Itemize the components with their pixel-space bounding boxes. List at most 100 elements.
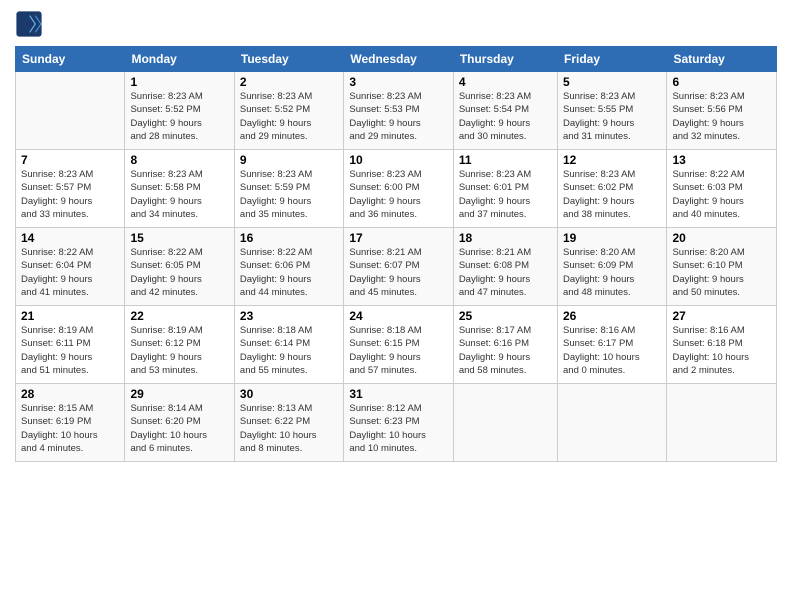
day-info: Sunrise: 8:20 AM Sunset: 6:09 PM Dayligh… [563, 246, 661, 299]
day-cell: 16Sunrise: 8:22 AM Sunset: 6:06 PM Dayli… [234, 228, 343, 306]
day-number: 26 [563, 309, 661, 323]
col-header-thursday: Thursday [453, 47, 557, 72]
day-cell: 23Sunrise: 8:18 AM Sunset: 6:14 PM Dayli… [234, 306, 343, 384]
logo [15, 10, 47, 38]
day-info: Sunrise: 8:23 AM Sunset: 5:52 PM Dayligh… [240, 90, 338, 143]
day-number: 7 [21, 153, 119, 167]
day-number: 28 [21, 387, 119, 401]
day-info: Sunrise: 8:23 AM Sunset: 6:00 PM Dayligh… [349, 168, 447, 221]
logo-icon [15, 10, 43, 38]
day-number: 30 [240, 387, 338, 401]
day-number: 5 [563, 75, 661, 89]
day-number: 29 [130, 387, 228, 401]
day-cell: 31Sunrise: 8:12 AM Sunset: 6:23 PM Dayli… [344, 384, 453, 462]
header [15, 10, 777, 38]
day-number: 22 [130, 309, 228, 323]
day-info: Sunrise: 8:23 AM Sunset: 5:59 PM Dayligh… [240, 168, 338, 221]
day-cell: 28Sunrise: 8:15 AM Sunset: 6:19 PM Dayli… [16, 384, 125, 462]
day-info: Sunrise: 8:18 AM Sunset: 6:15 PM Dayligh… [349, 324, 447, 377]
day-info: Sunrise: 8:16 AM Sunset: 6:18 PM Dayligh… [672, 324, 771, 377]
day-info: Sunrise: 8:23 AM Sunset: 5:53 PM Dayligh… [349, 90, 447, 143]
day-number: 10 [349, 153, 447, 167]
day-number: 9 [240, 153, 338, 167]
day-number: 27 [672, 309, 771, 323]
day-info: Sunrise: 8:14 AM Sunset: 6:20 PM Dayligh… [130, 402, 228, 455]
day-cell: 11Sunrise: 8:23 AM Sunset: 6:01 PM Dayli… [453, 150, 557, 228]
day-cell: 12Sunrise: 8:23 AM Sunset: 6:02 PM Dayli… [558, 150, 667, 228]
day-cell: 8Sunrise: 8:23 AM Sunset: 5:58 PM Daylig… [125, 150, 234, 228]
day-info: Sunrise: 8:17 AM Sunset: 6:16 PM Dayligh… [459, 324, 552, 377]
day-cell [558, 384, 667, 462]
day-cell: 26Sunrise: 8:16 AM Sunset: 6:17 PM Dayli… [558, 306, 667, 384]
day-cell [16, 72, 125, 150]
day-cell: 21Sunrise: 8:19 AM Sunset: 6:11 PM Dayli… [16, 306, 125, 384]
week-row-3: 14Sunrise: 8:22 AM Sunset: 6:04 PM Dayli… [16, 228, 777, 306]
page: SundayMondayTuesdayWednesdayThursdayFrid… [0, 0, 792, 612]
day-info: Sunrise: 8:23 AM Sunset: 5:58 PM Dayligh… [130, 168, 228, 221]
day-number: 1 [130, 75, 228, 89]
day-number: 8 [130, 153, 228, 167]
day-cell: 29Sunrise: 8:14 AM Sunset: 6:20 PM Dayli… [125, 384, 234, 462]
col-header-sunday: Sunday [16, 47, 125, 72]
day-info: Sunrise: 8:23 AM Sunset: 5:52 PM Dayligh… [130, 90, 228, 143]
day-info: Sunrise: 8:20 AM Sunset: 6:10 PM Dayligh… [672, 246, 771, 299]
day-cell: 22Sunrise: 8:19 AM Sunset: 6:12 PM Dayli… [125, 306, 234, 384]
day-info: Sunrise: 8:23 AM Sunset: 5:57 PM Dayligh… [21, 168, 119, 221]
day-cell: 13Sunrise: 8:22 AM Sunset: 6:03 PM Dayli… [667, 150, 777, 228]
day-number: 14 [21, 231, 119, 245]
col-header-saturday: Saturday [667, 47, 777, 72]
day-info: Sunrise: 8:22 AM Sunset: 6:06 PM Dayligh… [240, 246, 338, 299]
day-number: 4 [459, 75, 552, 89]
week-row-2: 7Sunrise: 8:23 AM Sunset: 5:57 PM Daylig… [16, 150, 777, 228]
day-info: Sunrise: 8:23 AM Sunset: 6:01 PM Dayligh… [459, 168, 552, 221]
day-cell: 25Sunrise: 8:17 AM Sunset: 6:16 PM Dayli… [453, 306, 557, 384]
day-cell [667, 384, 777, 462]
day-cell: 5Sunrise: 8:23 AM Sunset: 5:55 PM Daylig… [558, 72, 667, 150]
day-number: 16 [240, 231, 338, 245]
day-info: Sunrise: 8:23 AM Sunset: 5:54 PM Dayligh… [459, 90, 552, 143]
day-cell: 17Sunrise: 8:21 AM Sunset: 6:07 PM Dayli… [344, 228, 453, 306]
day-info: Sunrise: 8:23 AM Sunset: 6:02 PM Dayligh… [563, 168, 661, 221]
day-cell: 10Sunrise: 8:23 AM Sunset: 6:00 PM Dayli… [344, 150, 453, 228]
day-cell: 6Sunrise: 8:23 AM Sunset: 5:56 PM Daylig… [667, 72, 777, 150]
day-number: 31 [349, 387, 447, 401]
col-header-wednesday: Wednesday [344, 47, 453, 72]
calendar-table: SundayMondayTuesdayWednesdayThursdayFrid… [15, 46, 777, 462]
day-cell: 20Sunrise: 8:20 AM Sunset: 6:10 PM Dayli… [667, 228, 777, 306]
day-number: 19 [563, 231, 661, 245]
day-number: 18 [459, 231, 552, 245]
day-cell: 4Sunrise: 8:23 AM Sunset: 5:54 PM Daylig… [453, 72, 557, 150]
day-number: 25 [459, 309, 552, 323]
day-cell: 15Sunrise: 8:22 AM Sunset: 6:05 PM Dayli… [125, 228, 234, 306]
day-number: 2 [240, 75, 338, 89]
day-number: 6 [672, 75, 771, 89]
day-cell: 27Sunrise: 8:16 AM Sunset: 6:18 PM Dayli… [667, 306, 777, 384]
day-info: Sunrise: 8:23 AM Sunset: 5:55 PM Dayligh… [563, 90, 661, 143]
day-cell: 24Sunrise: 8:18 AM Sunset: 6:15 PM Dayli… [344, 306, 453, 384]
day-cell: 2Sunrise: 8:23 AM Sunset: 5:52 PM Daylig… [234, 72, 343, 150]
day-info: Sunrise: 8:22 AM Sunset: 6:04 PM Dayligh… [21, 246, 119, 299]
day-number: 20 [672, 231, 771, 245]
day-number: 23 [240, 309, 338, 323]
week-row-4: 21Sunrise: 8:19 AM Sunset: 6:11 PM Dayli… [16, 306, 777, 384]
day-number: 12 [563, 153, 661, 167]
day-cell: 30Sunrise: 8:13 AM Sunset: 6:22 PM Dayli… [234, 384, 343, 462]
day-cell: 18Sunrise: 8:21 AM Sunset: 6:08 PM Dayli… [453, 228, 557, 306]
day-cell: 1Sunrise: 8:23 AM Sunset: 5:52 PM Daylig… [125, 72, 234, 150]
day-cell: 14Sunrise: 8:22 AM Sunset: 6:04 PM Dayli… [16, 228, 125, 306]
day-cell: 19Sunrise: 8:20 AM Sunset: 6:09 PM Dayli… [558, 228, 667, 306]
day-cell [453, 384, 557, 462]
day-number: 24 [349, 309, 447, 323]
col-header-tuesday: Tuesday [234, 47, 343, 72]
day-info: Sunrise: 8:22 AM Sunset: 6:05 PM Dayligh… [130, 246, 228, 299]
day-info: Sunrise: 8:19 AM Sunset: 6:12 PM Dayligh… [130, 324, 228, 377]
day-cell: 7Sunrise: 8:23 AM Sunset: 5:57 PM Daylig… [16, 150, 125, 228]
day-info: Sunrise: 8:12 AM Sunset: 6:23 PM Dayligh… [349, 402, 447, 455]
header-row: SundayMondayTuesdayWednesdayThursdayFrid… [16, 47, 777, 72]
day-number: 17 [349, 231, 447, 245]
day-cell: 9Sunrise: 8:23 AM Sunset: 5:59 PM Daylig… [234, 150, 343, 228]
day-info: Sunrise: 8:18 AM Sunset: 6:14 PM Dayligh… [240, 324, 338, 377]
day-number: 3 [349, 75, 447, 89]
day-number: 21 [21, 309, 119, 323]
week-row-5: 28Sunrise: 8:15 AM Sunset: 6:19 PM Dayli… [16, 384, 777, 462]
